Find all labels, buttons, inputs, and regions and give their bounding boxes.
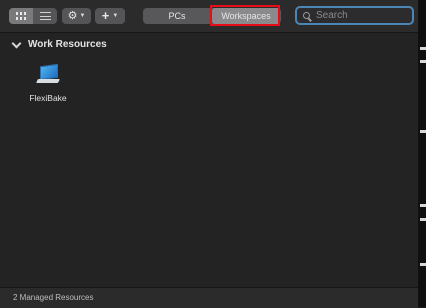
- search-input[interactable]: [316, 10, 406, 21]
- chevron-down-icon[interactable]: [11, 38, 22, 48]
- list-view-icon: [39, 12, 51, 20]
- resource-item-flexibake[interactable]: FlexiBake: [25, 63, 71, 103]
- toolbar: ⚙ ▼ + ▼ PCs Workspaces: [0, 0, 418, 33]
- background-text-fragment: [420, 204, 426, 207]
- background-text-fragment: [420, 263, 426, 266]
- background-text-fragment: [420, 130, 426, 133]
- grid-view-button[interactable]: [9, 8, 33, 24]
- view-mode-toggle: [9, 8, 57, 24]
- laptop-icon: [35, 63, 61, 88]
- search-field[interactable]: [295, 6, 414, 25]
- plus-icon: +: [101, 8, 110, 23]
- resource-type-tabs: PCs Workspaces: [143, 8, 281, 24]
- action-menu-button[interactable]: ⚙ ▼: [62, 8, 91, 24]
- background-text-fragment: [420, 218, 426, 221]
- background-text-fragment: [420, 47, 426, 50]
- section-title: Work Resources: [28, 39, 107, 50]
- resource-label: FlexiBake: [29, 93, 67, 103]
- tab-pcs[interactable]: PCs: [143, 8, 211, 24]
- section-header-work-resources[interactable]: Work Resources: [11, 38, 107, 50]
- background-text-fragment: [420, 60, 426, 63]
- gear-icon: ⚙: [67, 10, 78, 22]
- tab-workspaces[interactable]: Workspaces: [212, 8, 280, 24]
- search-icon: [303, 12, 310, 19]
- status-text: 2 Managed Resources: [13, 293, 94, 302]
- chevron-down-icon: ▼: [112, 13, 119, 19]
- app-window: ⚙ ▼ + ▼ PCs Workspaces Work Resources Fl…: [0, 0, 419, 308]
- chevron-down-icon: ▼: [79, 13, 86, 19]
- grid-view-icon: [16, 12, 26, 20]
- status-bar: 2 Managed Resources: [0, 287, 418, 308]
- list-view-button[interactable]: [33, 8, 57, 24]
- add-menu-button[interactable]: + ▼: [95, 8, 125, 24]
